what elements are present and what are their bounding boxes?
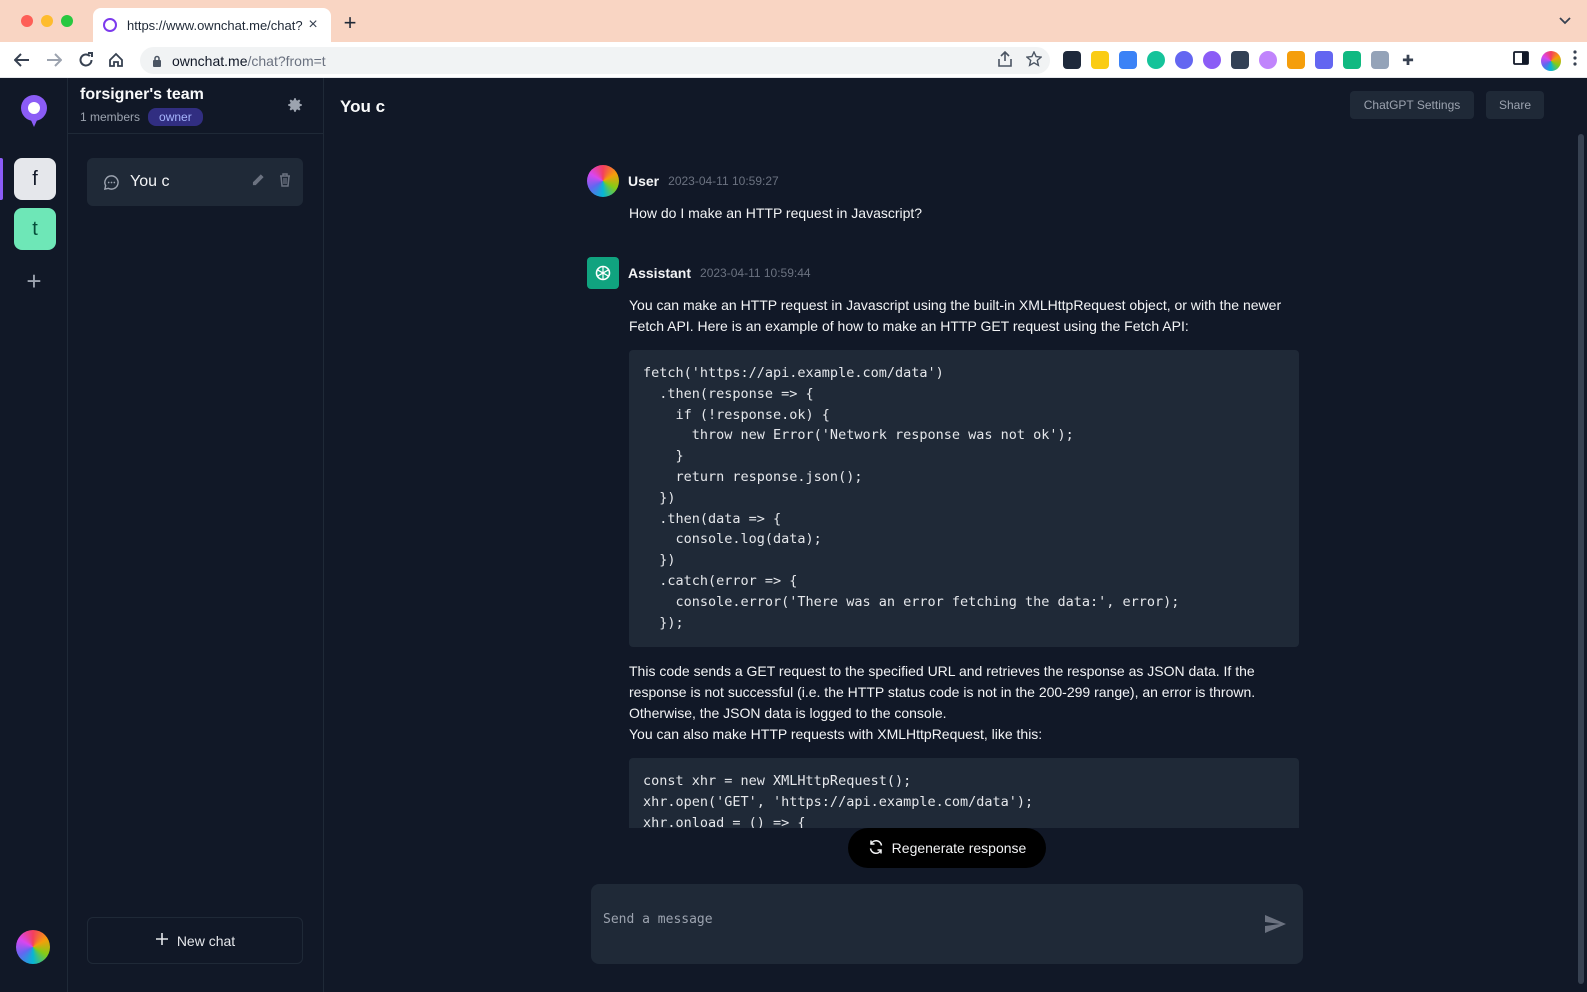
extension-box-icon[interactable]: [1091, 51, 1109, 69]
extensions-row: ✚: [1063, 51, 1417, 69]
workspace-f[interactable]: f: [14, 158, 56, 200]
conversation: User 2023-04-11 10:59:27 How do I make a…: [587, 165, 1302, 828]
message-timestamp: 2023-04-11 10:59:27: [668, 174, 779, 188]
share-page-icon[interactable]: [998, 50, 1012, 71]
regenerate-response-button[interactable]: Regenerate response: [848, 828, 1046, 868]
extension-translate-icon[interactable]: [1119, 51, 1137, 69]
message-input[interactable]: [603, 912, 1243, 927]
add-workspace-icon[interactable]: +: [22, 268, 46, 294]
chat-title: You c: [130, 173, 170, 190]
window-zoom-button[interactable]: [61, 15, 73, 27]
lock-icon: [153, 55, 161, 67]
workspace-rail: f t +: [0, 78, 68, 992]
tab-title: https://www.ownchat.me/chat?: [127, 17, 303, 33]
send-icon[interactable]: [1263, 912, 1287, 936]
user-message-header: User 2023-04-11 10:59:27: [587, 165, 779, 197]
chat-sidebar: forsigner's team 1 members owner You c N…: [68, 78, 324, 992]
window-close-button[interactable]: [21, 15, 33, 27]
extension-gpt-icon[interactable]: [1231, 51, 1249, 69]
regenerate-label: Regenerate response: [891, 840, 1027, 856]
chat-main: You c ChatGPT Settings Share User 2023-0…: [324, 78, 1587, 992]
user-message-avatar: [587, 165, 619, 197]
conversation-scrollbar[interactable]: [1578, 134, 1584, 984]
browser-tab[interactable]: https://www.ownchat.me/chat? ×: [93, 8, 331, 42]
team-name: forsigner's team: [80, 86, 204, 103]
code-block-fetch: fetch('https://api.example.com/data') .t…: [629, 350, 1299, 647]
back-arrow-icon[interactable]: [10, 48, 34, 72]
assistant-followup-text: You can also make HTTP requests with XML…: [629, 726, 1043, 742]
window-minimize-button[interactable]: [41, 15, 53, 27]
browser-toolbar: ownchat.me/chat?from=t ✚: [0, 42, 1587, 78]
extension-image-icon[interactable]: [1287, 51, 1305, 69]
new-chat-button[interactable]: New chat: [87, 917, 303, 964]
chatgpt-settings-button[interactable]: ChatGPT Settings: [1350, 91, 1474, 119]
assistant-message-header: Assistant 2023-04-11 10:59:44: [587, 257, 811, 289]
extension-purple-icon[interactable]: [1203, 51, 1221, 69]
assistant-explanation-text: This code sends a GET request to the spe…: [629, 663, 1256, 721]
profile-avatar[interactable]: [1541, 50, 1561, 71]
browser-tab-bar: https://www.ownchat.me/chat? × +: [0, 0, 1587, 42]
team-settings-gear-icon[interactable]: [286, 96, 304, 114]
side-panel-icon[interactable]: [1513, 51, 1529, 70]
share-button[interactable]: Share: [1486, 91, 1544, 119]
plus-icon: [155, 932, 169, 949]
user-message-text: How do I make an HTTP request in Javascr…: [629, 205, 923, 221]
extension-m-icon[interactable]: [1175, 51, 1193, 69]
tab-search-chevron-icon[interactable]: [1559, 12, 1571, 28]
extension-grammarly-icon[interactable]: [1147, 51, 1165, 69]
message-author: Assistant: [628, 265, 692, 281]
ownchat-logo-icon: [21, 95, 47, 127]
user-avatar[interactable]: [16, 930, 50, 964]
active-workspace-indicator: [0, 158, 3, 200]
ownchat-app: f t + forsigner's team 1 members owner Y…: [0, 78, 1587, 992]
message-author: User: [628, 173, 660, 189]
extensions-puzzle-icon[interactable]: ✚: [1399, 51, 1417, 69]
url-path: /chat?from=t: [247, 52, 326, 69]
openai-logo-icon: [587, 257, 619, 289]
tab-close-icon[interactable]: ×: [305, 16, 321, 34]
message-composer: [591, 884, 1303, 964]
code-block-xhr: const xhr = new XMLHttpRequest(); xhr.op…: [629, 758, 1299, 828]
url-host: ownchat.me: [172, 52, 248, 69]
extension-blocks-icon[interactable]: [1315, 51, 1333, 69]
extension-mail-icon[interactable]: [1371, 51, 1389, 69]
chat-bubble-icon: [103, 174, 119, 190]
chat-list-item[interactable]: You c: [87, 158, 303, 206]
ownchat-favicon-icon: [103, 18, 117, 32]
edit-pencil-icon[interactable]: [252, 173, 265, 192]
extension-openai-icon[interactable]: [1259, 51, 1277, 69]
reload-icon[interactable]: [74, 48, 98, 72]
new-chat-label: New chat: [176, 932, 236, 949]
extension-chat-icon[interactable]: [1343, 51, 1361, 69]
address-bar[interactable]: ownchat.me/chat?from=t: [140, 47, 1050, 74]
home-icon[interactable]: [104, 48, 128, 72]
member-count: 1 members: [80, 110, 141, 124]
new-tab-button[interactable]: +: [340, 11, 360, 35]
forward-arrow-icon[interactable]: [42, 48, 66, 72]
assistant-intro-text: You can make an HTTP request in Javascri…: [629, 297, 1282, 334]
refresh-icon: [868, 839, 884, 858]
workspace-t[interactable]: t: [14, 208, 56, 250]
extension-react-icon[interactable]: [1063, 51, 1081, 69]
chat-title-header: You c: [340, 97, 386, 116]
sidebar-divider: [68, 133, 324, 134]
message-timestamp: 2023-04-11 10:59:44: [700, 266, 811, 280]
bookmark-star-icon[interactable]: [1025, 50, 1043, 71]
role-badge: owner: [148, 108, 203, 126]
browser-menu-icon[interactable]: [1573, 50, 1577, 71]
delete-trash-icon[interactable]: [279, 172, 291, 192]
